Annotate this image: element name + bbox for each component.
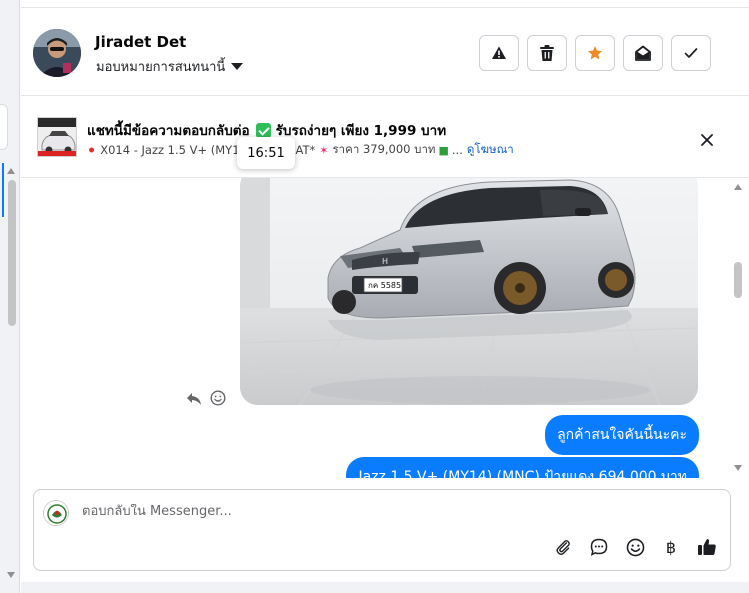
message-thread[interactable]: H กค 5585 ลูกค้าสนใจคันนี้นะคะ Jazz 1.5 … <box>21 178 749 478</box>
scrollbar-thumb[interactable] <box>734 262 742 298</box>
money-icon: ■ <box>438 143 449 157</box>
delete-button[interactable] <box>527 35 567 71</box>
ad-banner-title-prefix: แชทนี้มีข้อความตอบกลับต่อ <box>87 123 250 139</box>
reply-button[interactable] <box>186 391 202 410</box>
close-banner-button[interactable] <box>695 128 719 152</box>
trash-icon <box>540 45 554 61</box>
contact-name: Jiradet Det <box>95 33 187 51</box>
ad-context-banner: แชทนี้มีข้อความตอบกลับต่อ รับรถง่ายๆ เพี… <box>21 106 749 178</box>
ad-more-text: ... <box>451 143 463 157</box>
close-icon <box>701 134 713 146</box>
sparkle-icon: ✶ <box>319 143 329 157</box>
payment-button[interactable]: ฿ <box>660 536 682 558</box>
scroll-down-arrow[interactable] <box>734 465 742 471</box>
reply-composer: ฿ <box>33 489 731 571</box>
report-button[interactable] <box>479 35 519 71</box>
emoji-icon <box>626 538 644 556</box>
car-icon: ⚫ <box>87 143 97 157</box>
warning-icon <box>492 46 506 59</box>
header-actions <box>479 35 711 71</box>
like-button[interactable] <box>696 536 718 558</box>
left-scrollbar-thumb[interactable] <box>8 180 16 326</box>
saved-reply-icon <box>590 538 608 556</box>
left-panel-edge <box>0 0 20 593</box>
message-hover-tools <box>186 390 226 410</box>
contact-avatar[interactable] <box>33 29 81 77</box>
license-plate: กค 5585 <box>368 281 401 290</box>
ad-price-text: ราคา 379,000 บาท <box>332 142 436 156</box>
emoji-button[interactable] <box>624 536 646 558</box>
bottom-edge <box>21 582 749 593</box>
saved-reply-button[interactable] <box>588 536 610 558</box>
left-panel-card[interactable] <box>0 104 8 150</box>
outgoing-message[interactable]: ลูกค้าสนใจคันนี้นะคะ <box>545 415 699 455</box>
assign-conversation-dropdown[interactable]: มอบหมายการสนทนานี้ <box>96 56 244 77</box>
attach-icon <box>556 540 570 555</box>
page-avatar <box>43 500 69 526</box>
left-scroll-down-arrow[interactable] <box>7 572 15 578</box>
svg-text:H: H <box>382 257 388 266</box>
timestamp-tooltip: 16:51 <box>237 137 295 169</box>
assign-label: มอบหมายการสนทนานี้ <box>96 60 226 75</box>
thread-scrollbar[interactable] <box>732 178 744 478</box>
caret-down-icon <box>231 63 244 70</box>
composer-tools: ฿ <box>552 536 718 558</box>
conversation-header: Jiradet Det มอบหมายการสนทนานี้ <box>21 9 749 96</box>
check-mark-icon <box>255 122 271 138</box>
like-icon <box>698 539 716 555</box>
ad-banner-subtitle: ⚫ X014 - Jazz 1.5 V+ (MY1 AT* ✶ ราคา 379… <box>87 141 514 159</box>
baht-symbol: ฿ <box>665 537 677 557</box>
attach-button[interactable] <box>552 536 574 558</box>
star-button[interactable] <box>575 35 615 71</box>
outgoing-message[interactable]: Jazz 1.5 V+ (MY14) (MNC) ป้ายแดง 694,000… <box>346 457 699 478</box>
smiley-icon <box>210 390 226 406</box>
mark-unread-button[interactable] <box>623 35 663 71</box>
mark-done-button[interactable] <box>671 35 711 71</box>
ad-thumbnail[interactable] <box>37 117 77 157</box>
conversation-panel: Jiradet Det มอบหมายการสนทนานี้ แชทนี้มีข… <box>21 0 749 593</box>
ad-banner-title-suffix: รับรถง่ายๆ เพียง 1,999 บาท <box>275 123 447 139</box>
star-icon <box>588 46 602 60</box>
top-strip <box>21 0 749 8</box>
left-scroll-up-arrow[interactable] <box>7 168 15 174</box>
left-panel-active-indicator <box>2 163 4 217</box>
envelope-open-icon <box>635 45 651 61</box>
check-icon <box>684 48 698 58</box>
view-ad-link[interactable]: ดูโฆษณา <box>467 141 514 159</box>
car-photo-message[interactable]: H กค 5585 <box>240 178 698 405</box>
scroll-up-arrow[interactable] <box>734 184 742 190</box>
ad-hidden-text: AT* <box>295 143 316 157</box>
reply-input[interactable] <box>82 504 682 519</box>
ad-model-text: X014 - Jazz 1.5 V+ (MY1 <box>100 143 240 157</box>
reply-arrow-icon <box>187 392 201 405</box>
react-button[interactable] <box>210 390 226 410</box>
